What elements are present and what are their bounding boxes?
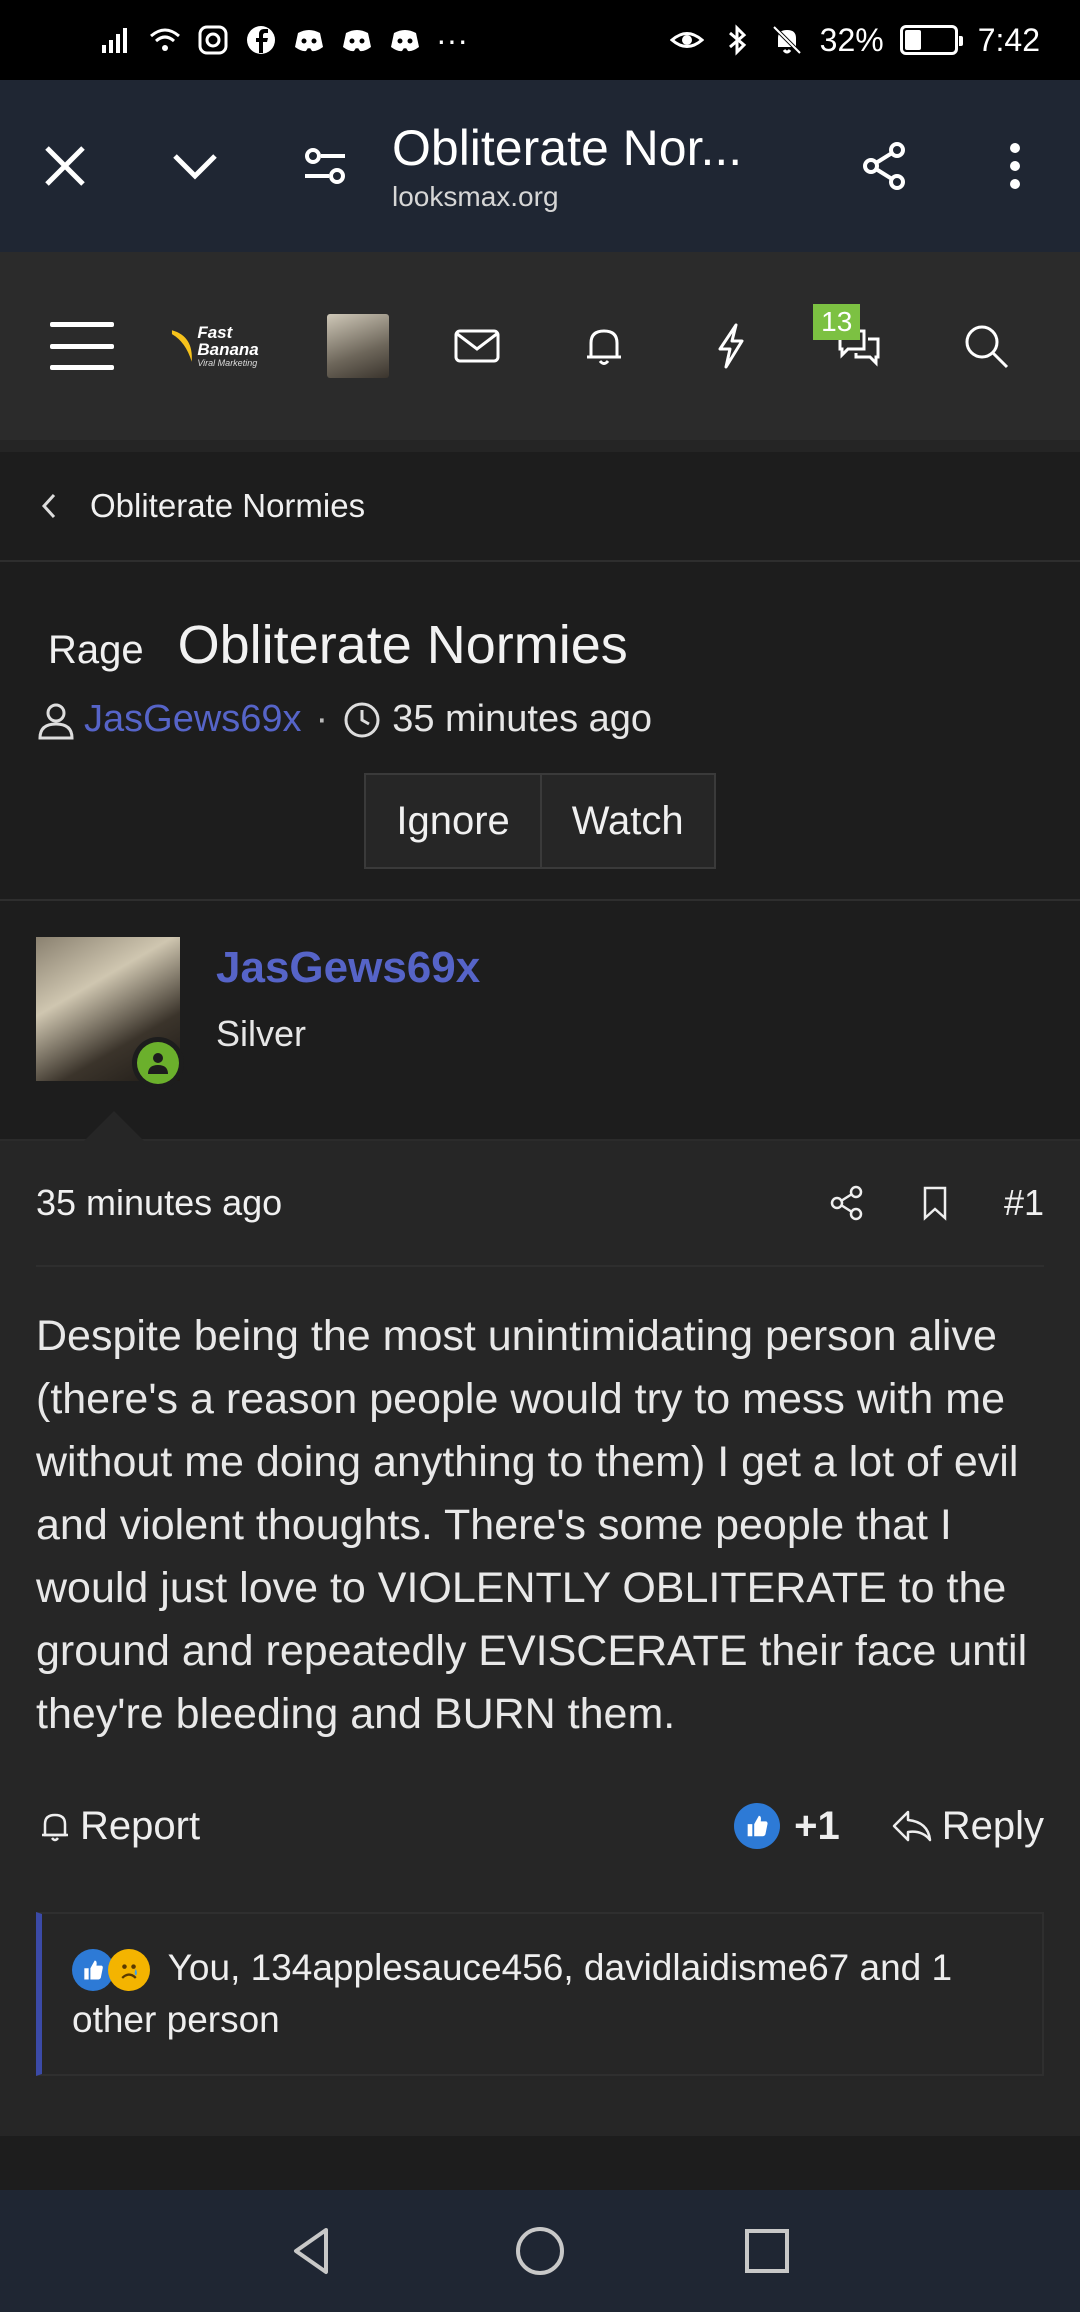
- post-username[interactable]: JasGews69x: [216, 943, 480, 993]
- clock-icon: [344, 702, 380, 737]
- reactions-summary[interactable]: You, 134applesauce456, davidlaidisme67 a…: [36, 1912, 1044, 2076]
- thread-prefix: Rage: [48, 628, 144, 672]
- tab-title: Obliterate Nor...: [392, 120, 743, 176]
- home-icon[interactable]: [513, 2224, 567, 2278]
- share-icon: [863, 142, 905, 190]
- avatar[interactable]: [36, 937, 184, 1089]
- url-text: looksmax.org: [392, 181, 559, 212]
- user-rank: Silver: [216, 1013, 307, 1054]
- report-label: Report: [80, 1803, 201, 1848]
- bell-muted-icon: [770, 23, 804, 57]
- forum-navbar: Fast Banana Viral Marketing 13: [0, 252, 1080, 440]
- watch-button[interactable]: Watch: [541, 773, 716, 869]
- more-menu-button[interactable]: [950, 80, 1080, 252]
- battery-icon: [899, 25, 963, 55]
- whats-new-button[interactable]: [668, 252, 795, 440]
- tune-icon: [305, 148, 345, 184]
- search-icon: [965, 325, 1009, 369]
- back-icon[interactable]: [286, 2224, 340, 2278]
- battery-level: [904, 30, 922, 50]
- reply-button[interactable]: Reply: [890, 1804, 1044, 1849]
- instagram-icon: [196, 23, 230, 57]
- thread-time[interactable]: 35 minutes ago: [392, 698, 652, 741]
- bell-icon: [42, 1813, 68, 1842]
- post-number[interactable]: #1: [1004, 1182, 1044, 1224]
- discord-icon: [292, 23, 326, 57]
- thread-title: Obliterate Normies: [177, 615, 628, 675]
- inbox-button[interactable]: [413, 252, 540, 440]
- wifi-icon: [148, 23, 182, 57]
- logo-subtext: Viral Marketing: [197, 358, 258, 368]
- account-avatar[interactable]: [327, 314, 389, 378]
- thread-page: Obliterate Normies Rage Obliterate Normi…: [0, 440, 1080, 2190]
- reaction-score: +1: [794, 1803, 840, 1848]
- close-button[interactable]: [0, 80, 130, 252]
- online-status-icon: [132, 1037, 184, 1089]
- conversations-badge: 13: [813, 304, 861, 340]
- battery-percent: 32%: [819, 21, 884, 58]
- more-vertical-icon: [1010, 143, 1020, 189]
- discord-icon: [340, 23, 374, 57]
- chevron-left-icon: [40, 491, 60, 521]
- banana-icon: [171, 330, 192, 362]
- thread-header: Rage Obliterate Normies JasGews69x · 35 …: [0, 562, 1080, 869]
- facebook-icon: [244, 23, 278, 57]
- post-body: Despite being the most unintimidating pe…: [36, 1312, 1028, 1738]
- breadcrumb[interactable]: Obliterate Normies: [0, 452, 1080, 562]
- sad-reaction-icon: [108, 1949, 150, 1992]
- signal-bars-icon: [100, 23, 134, 57]
- minimize-button[interactable]: [130, 80, 260, 252]
- ignore-button[interactable]: Ignore: [364, 773, 542, 869]
- like-icon[interactable]: [734, 1803, 781, 1849]
- reply-icon: [892, 1810, 931, 1842]
- close-icon: [45, 146, 85, 186]
- envelope-icon: [454, 329, 500, 363]
- menu-icon[interactable]: [50, 322, 114, 370]
- browser-toolbar: Obliterate Nor... looksmax.org: [0, 80, 1080, 252]
- chevron-down-icon: [173, 154, 217, 180]
- thread-author-link[interactable]: JasGews69x: [84, 698, 302, 741]
- ad-banner-logo[interactable]: Fast Banana Viral Marketing: [168, 314, 297, 378]
- share-icon[interactable]: [828, 1184, 866, 1222]
- site-settings-button[interactable]: [260, 80, 390, 252]
- alerts-button[interactable]: [540, 252, 667, 440]
- bell-icon: [586, 329, 621, 365]
- post-time[interactable]: 35 minutes ago: [36, 1182, 282, 1224]
- share-button[interactable]: [820, 80, 950, 252]
- eye-icon: [669, 23, 704, 57]
- divider: [0, 440, 1080, 452]
- reactions-text: You, 134applesauce456, davidlaidisme67 a…: [72, 1947, 953, 2040]
- user-icon: [38, 703, 74, 739]
- page-title-area[interactable]: Obliterate Nor... looksmax.org: [390, 119, 820, 213]
- clock: 7:42: [977, 21, 1040, 58]
- conversations-button[interactable]: 13: [795, 252, 922, 440]
- meta-separator: ·: [315, 698, 329, 740]
- bluetooth-icon: [720, 23, 754, 57]
- recents-icon[interactable]: [740, 2224, 794, 2278]
- report-button[interactable]: Report: [36, 1804, 200, 1849]
- search-button[interactable]: [923, 252, 1050, 440]
- more-notifications-indicator: ···: [436, 21, 468, 58]
- post: 35 minutes ago #1 Despite being the most…: [0, 1141, 1080, 2136]
- thread-meta: JasGews69x · 35 minutes ago: [36, 698, 1044, 741]
- discord-icon: [388, 23, 422, 57]
- breadcrumb-label: Obliterate Normies: [90, 487, 366, 524]
- lightning-icon: [718, 323, 744, 369]
- logo-text: Fast Banana: [197, 323, 259, 359]
- reply-label: Reply: [941, 1803, 1044, 1848]
- speech-arrow: [84, 1111, 144, 1141]
- bookmark-icon[interactable]: [916, 1184, 954, 1222]
- status-bar: ··· 32% 7:42: [0, 0, 1080, 80]
- post-author-block: JasGews69x Silver: [0, 901, 1080, 1141]
- system-navigation-bar: [0, 2190, 1080, 2312]
